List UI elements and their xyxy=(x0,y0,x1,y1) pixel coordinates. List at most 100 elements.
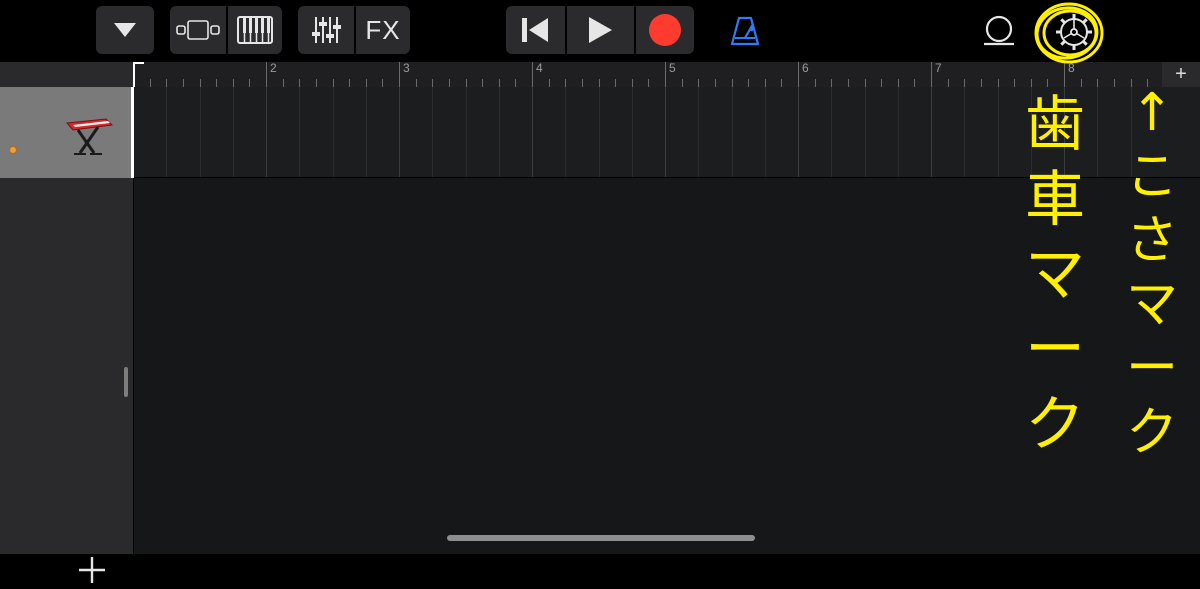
settings-button[interactable] xyxy=(1054,12,1094,52)
beat-tick xyxy=(732,79,733,87)
lane-bar-line xyxy=(798,87,799,177)
lane-beat-line xyxy=(166,87,167,177)
beat-tick xyxy=(1097,79,1098,87)
bar-number: 3 xyxy=(403,61,410,75)
lane-beat-line xyxy=(898,87,899,177)
beat-tick xyxy=(499,79,500,87)
header-resize-handle[interactable] xyxy=(124,367,128,397)
record-icon xyxy=(649,14,681,46)
beat-tick xyxy=(549,79,550,87)
beat-tick xyxy=(382,79,383,87)
beat-tick xyxy=(1047,79,1048,87)
lane-beat-line xyxy=(1131,87,1132,177)
mix-button-group: FX xyxy=(298,6,410,54)
beat-tick xyxy=(283,79,284,87)
beat-tick xyxy=(632,79,633,87)
beat-tick xyxy=(582,79,583,87)
beat-tick xyxy=(715,79,716,87)
beat-tick xyxy=(815,79,816,87)
beat-tick xyxy=(1014,79,1015,87)
beat-tick xyxy=(881,79,882,87)
beat-tick xyxy=(998,79,999,87)
lane-beat-line xyxy=(1031,87,1032,177)
beat-tick xyxy=(865,79,866,87)
beat-tick xyxy=(216,79,217,87)
lane-beat-line xyxy=(466,87,467,177)
beat-tick xyxy=(449,79,450,87)
my-songs-button[interactable] xyxy=(96,6,154,54)
lane-beat-line xyxy=(698,87,699,177)
plus-icon xyxy=(79,557,105,583)
lane-beat-line xyxy=(333,87,334,177)
control-bar: FX xyxy=(0,0,1200,62)
lane-bar-line xyxy=(931,87,932,177)
fx-button[interactable]: FX xyxy=(356,6,410,54)
mixer-sliders-icon xyxy=(312,17,341,43)
loop-browser-button[interactable] xyxy=(980,14,1018,50)
loop-icon xyxy=(984,15,1014,46)
bar-number: 6 xyxy=(802,61,809,75)
lane-bar-line xyxy=(665,87,666,177)
track-headers-column xyxy=(0,62,133,583)
beat-tick xyxy=(349,79,350,87)
beat-tick xyxy=(166,79,167,87)
beat-tick xyxy=(366,79,367,87)
lane-beat-line xyxy=(732,87,733,177)
beat-tick xyxy=(1114,79,1115,87)
beat-tick xyxy=(150,79,151,87)
add-section-button[interactable]: + xyxy=(1162,62,1200,87)
add-track-button[interactable] xyxy=(78,556,106,584)
lane-beat-line xyxy=(765,87,766,177)
lane-beat-line xyxy=(200,87,201,177)
lane-beat-line xyxy=(565,87,566,177)
gear-icon xyxy=(1056,14,1092,50)
beat-tick xyxy=(249,79,250,87)
lane-bar-line xyxy=(532,87,533,177)
beat-tick xyxy=(333,79,334,87)
lane-beat-line xyxy=(233,87,234,177)
record-button[interactable] xyxy=(636,6,694,54)
ruler[interactable]: 2 3 4 5 6 7 8 xyxy=(133,61,1200,87)
track-header-keyboard[interactable] xyxy=(0,87,131,178)
beat-tick xyxy=(565,79,566,87)
play-button[interactable] xyxy=(567,6,633,54)
beat-tick xyxy=(981,79,982,87)
add-section-label: + xyxy=(1175,63,1187,85)
tracks-view-button[interactable] xyxy=(170,6,226,54)
beat-tick xyxy=(748,79,749,87)
lane-beat-line xyxy=(432,87,433,177)
track-lane-keyboard[interactable] xyxy=(134,87,1200,178)
tracks-area[interactable] xyxy=(134,87,1200,554)
lane-beat-line xyxy=(998,87,999,177)
beat-tick xyxy=(648,79,649,87)
lane-beat-line xyxy=(499,87,500,177)
triangle-down-icon xyxy=(114,23,136,37)
beat-tick xyxy=(233,79,234,87)
beat-tick xyxy=(1081,79,1082,87)
track-controls-button[interactable] xyxy=(298,6,354,54)
beat-tick xyxy=(515,79,516,87)
beat-tick xyxy=(914,79,915,87)
beat-tick xyxy=(1147,79,1148,87)
lane-beat-line xyxy=(865,87,866,177)
beat-tick xyxy=(831,79,832,87)
bar-line xyxy=(665,62,666,87)
metronome-icon xyxy=(730,16,760,46)
navigation-button-group xyxy=(96,6,154,54)
tracks-view-icon xyxy=(176,20,220,40)
keyboard-view-button[interactable] xyxy=(228,6,282,54)
beat-tick xyxy=(432,79,433,87)
beat-tick xyxy=(765,79,766,87)
go-to-beginning-button[interactable] xyxy=(506,6,564,54)
beat-tick xyxy=(416,79,417,87)
playhead-marker-icon[interactable] xyxy=(133,62,145,87)
lane-beat-line xyxy=(299,87,300,177)
beat-tick xyxy=(964,79,965,87)
beat-tick xyxy=(898,79,899,87)
bar-line xyxy=(798,62,799,87)
lane-beat-line xyxy=(831,87,832,177)
lane-bar-line xyxy=(266,87,267,177)
transport-controls xyxy=(506,6,694,54)
metronome-button[interactable] xyxy=(728,14,762,48)
beat-tick xyxy=(848,79,849,87)
